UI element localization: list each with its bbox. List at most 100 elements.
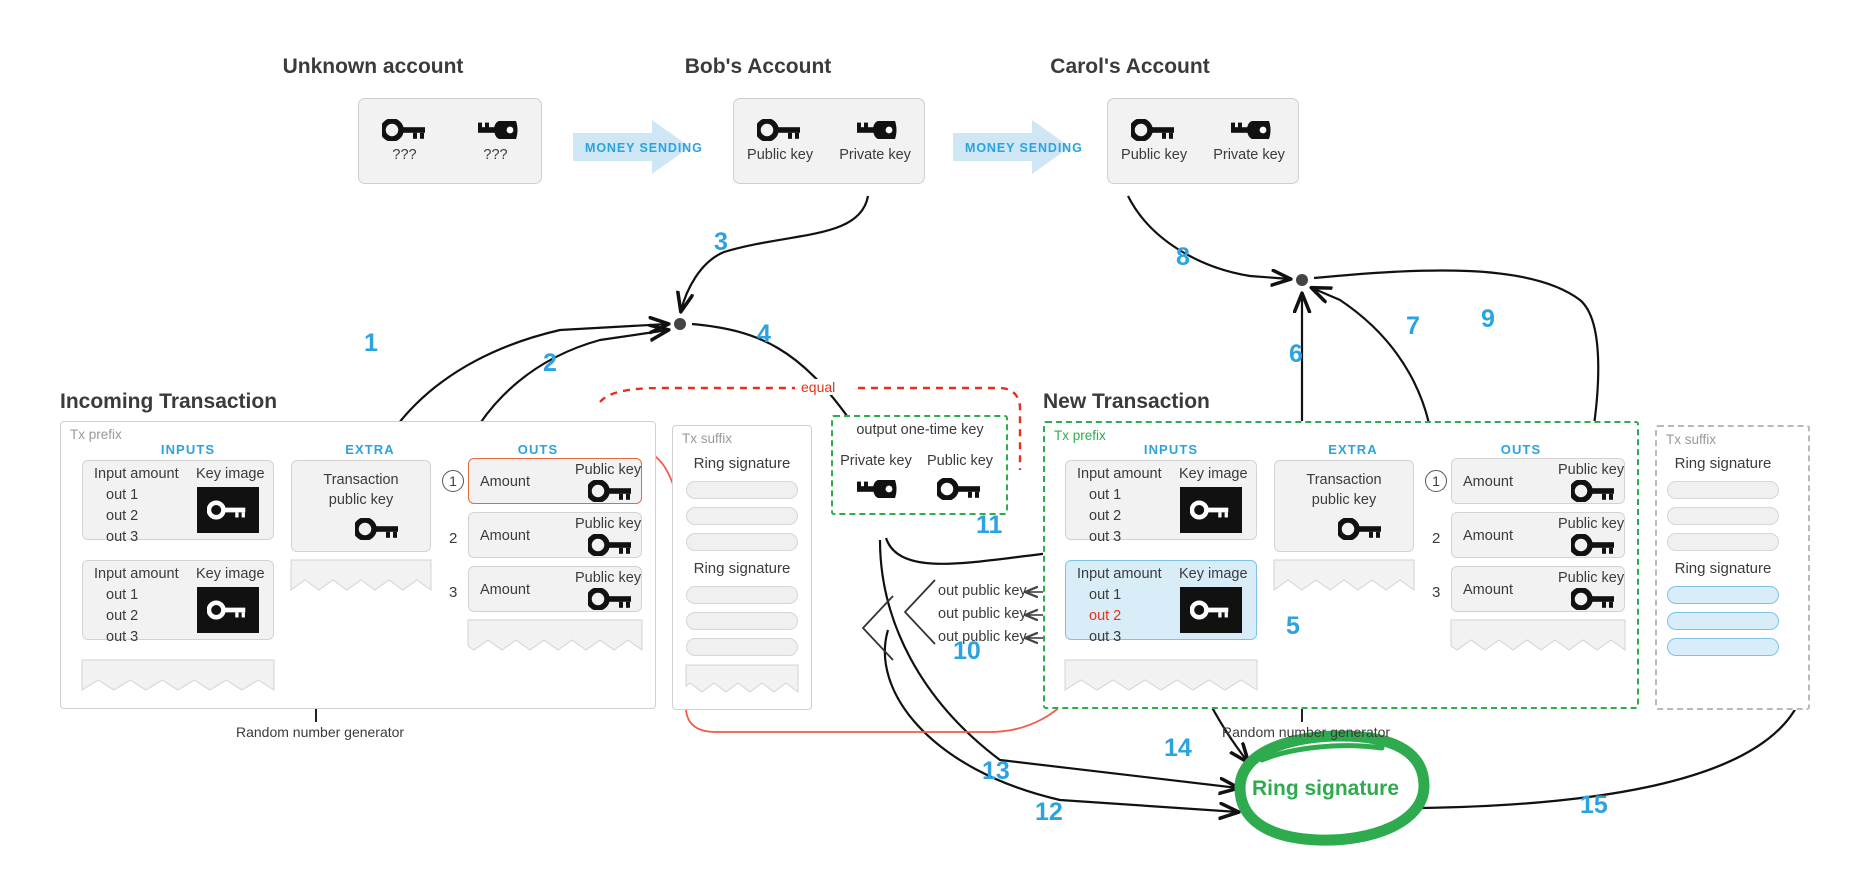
outs-index-badge-1: 1: [442, 470, 464, 492]
key-image-label: Key image: [196, 566, 265, 582]
section-title-incoming: Incoming Transaction: [60, 390, 278, 413]
step-number-5: 5: [1286, 612, 1300, 640]
out-public-key-label: Public key: [575, 462, 642, 478]
incoming-rng-label: Random number generator: [236, 724, 405, 740]
out-item: out 1: [106, 487, 139, 503]
step-number-8: 8: [1176, 243, 1190, 271]
ring-signature-bar[interactable]: [686, 507, 798, 525]
ring-signature-bar[interactable]: [1667, 481, 1779, 499]
public-key-icon: [588, 534, 631, 556]
step-number-2: 2: [543, 349, 557, 377]
input-amount-label: Input amount: [1077, 566, 1162, 582]
junction-node-right: [1296, 274, 1308, 286]
ring-signature-bar[interactable]: [1667, 533, 1779, 551]
input-amount-label: Input amount: [94, 566, 179, 582]
step-number-9: 9: [1481, 305, 1495, 333]
public-key-icon: [937, 478, 980, 500]
key-cell: Public key: [747, 119, 813, 163]
key-image-label: Key image: [1179, 466, 1248, 482]
ring-signature-bar[interactable]: [686, 533, 798, 551]
ring-signature-bar[interactable]: [686, 638, 798, 656]
key-label: Public key: [1121, 147, 1188, 163]
public-key-icon: [207, 500, 246, 520]
key-cell: Public key: [1121, 119, 1187, 163]
ring-signature-title-1: Ring signature: [1674, 455, 1772, 472]
key-label: Private key: [1213, 147, 1285, 163]
public-key-icon: [1571, 588, 1614, 610]
out-amount-label: Amount: [1463, 582, 1513, 598]
junction-node-left: [674, 318, 686, 330]
tx-prefix-tag: Tx prefix: [70, 427, 122, 442]
public-key-icon: [207, 600, 246, 620]
out-public-key-ref-1: out public key: [938, 583, 1027, 599]
step-number-1: 1: [364, 329, 378, 357]
account-box-unknown[interactable]: ??? ???: [358, 98, 542, 184]
key-label: Public key: [747, 147, 814, 163]
outs-index-badge-3: 3: [1432, 584, 1441, 601]
money-sending-label-1: MONEY SENDING: [585, 141, 703, 155]
out-public-key-label: Public key: [1558, 570, 1625, 586]
key-image-thumb: [197, 587, 259, 633]
one-time-public-key-label: Public key: [926, 453, 994, 469]
column-header-outs: OUTS: [1500, 442, 1542, 457]
ring-signature-bar-highlight[interactable]: [1667, 638, 1779, 656]
equal-dash-left: [599, 386, 795, 403]
out-public-key-label: Public key: [1558, 516, 1625, 532]
ring-signature-bar[interactable]: [686, 612, 798, 630]
public-key-icon: [381, 119, 425, 141]
key-cell: Private key: [839, 119, 911, 163]
new-rng-label: Random number generator: [1222, 724, 1391, 740]
out-item: out 2: [106, 508, 139, 524]
out-item: out 2: [1089, 508, 1122, 524]
ring-signature-bar-highlight[interactable]: [1667, 612, 1779, 630]
account-box-carol[interactable]: Public key Private key: [1107, 98, 1299, 184]
step-number-14: 14: [1164, 734, 1192, 762]
outs-index-badge-1: 1: [1425, 470, 1447, 492]
money-sending-label-2: MONEY SENDING: [965, 141, 1083, 155]
key-label: ???: [392, 147, 417, 163]
key-cell: ???: [381, 119, 428, 163]
out-public-key-label: Public key: [1558, 462, 1625, 478]
tx-suffix-tag: Tx suffix: [682, 431, 733, 446]
ring-signature-badge-label: Ring signature: [1252, 777, 1400, 800]
input-out-list: out 1 out 2 out 3: [1089, 485, 1121, 548]
ring-signature-title-2: Ring signature: [693, 560, 791, 577]
column-header-extra: EXTRA: [1328, 442, 1378, 457]
account-box-bob[interactable]: Public key Private key: [733, 98, 925, 184]
tx-suffix-tag: Tx suffix: [1666, 432, 1717, 447]
out-item: out 2: [106, 608, 139, 624]
account-title-bob: Bob's Account: [684, 55, 832, 78]
column-header-inputs: INPUTS: [160, 442, 216, 457]
step-number-6: 6: [1289, 340, 1303, 368]
public-key-icon: [1571, 534, 1614, 556]
account-title-carol: Carol's Account: [1050, 55, 1210, 78]
ring-signature-bar[interactable]: [686, 481, 798, 499]
public-key-icon: [588, 480, 631, 502]
extra-line-1: Transaction: [323, 472, 399, 488]
extra-line-2: public key: [328, 492, 394, 508]
step-number-11: 11: [976, 511, 1003, 539]
outs-index-badge-2: 2: [1432, 530, 1441, 547]
ring-signature-bar[interactable]: [1667, 507, 1779, 525]
key-cell: Private key: [1213, 119, 1285, 163]
ring-signature-bar[interactable]: [686, 586, 798, 604]
public-key-icon: [588, 588, 631, 610]
out-item-selected: out 2: [1089, 608, 1122, 624]
out-item: out 3: [1089, 629, 1122, 645]
public-key-icon: [1338, 518, 1381, 540]
key-cell: ???: [473, 119, 519, 163]
key-image-label: Key image: [196, 466, 265, 482]
private-key-icon: [857, 121, 897, 139]
ring-signature-bar-highlight[interactable]: [1667, 586, 1779, 604]
private-key-icon: [477, 121, 517, 139]
input-out-list: out 1 out 2 out 3: [106, 485, 138, 548]
key-image-thumb: [197, 487, 259, 533]
ring-signature-title-2: Ring signature: [1674, 560, 1772, 577]
step-number-15: 15: [1580, 791, 1608, 819]
column-header-inputs: INPUTS: [1143, 442, 1199, 457]
step-number-7: 7: [1406, 312, 1420, 340]
account-title-unknown: Unknown account: [282, 55, 464, 78]
key-label: Private key: [839, 147, 911, 163]
out-item: out 1: [106, 587, 139, 603]
extra-line-2: public key: [1311, 492, 1377, 508]
